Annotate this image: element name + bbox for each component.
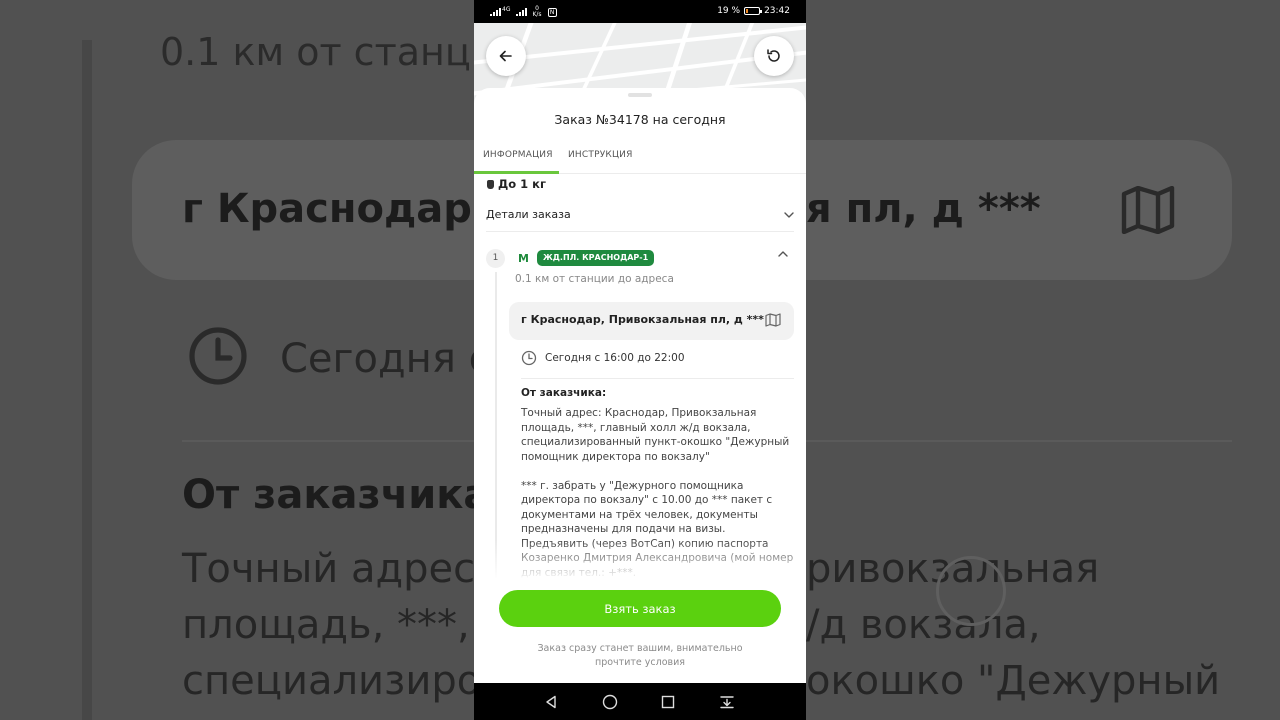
customer-note-title: От заказчика: xyxy=(521,387,607,399)
nfc-icon: N xyxy=(547,7,557,17)
active-tab-indicator xyxy=(474,171,559,174)
background-distance: 0.1 км от станц xyxy=(160,30,471,74)
metro-icon: M xyxy=(518,252,529,265)
background-from-title: От заказчика xyxy=(182,472,491,518)
weight-limit: До 1 кг xyxy=(487,177,546,191)
order-tabs: ИНФОРМАЦИЯ ИНСТРУКЦИЯ xyxy=(474,144,806,174)
station-distance: 0.1 км от станции до адреса xyxy=(515,273,674,285)
background-clock-icon xyxy=(189,327,247,385)
signal-strength-icon xyxy=(516,8,528,16)
background-time: Сегодня с xyxy=(280,336,491,382)
square-recents-icon xyxy=(661,695,675,709)
time-window: Сегодня с 16:00 до 22:00 xyxy=(521,350,685,366)
map-icon[interactable] xyxy=(765,313,781,327)
station-badge: ЖД.ПЛ. КРАСНОДАР-1 xyxy=(537,250,655,266)
refresh-button[interactable] xyxy=(754,36,794,76)
scroll-fade xyxy=(474,540,806,580)
chevron-down-icon xyxy=(784,211,794,218)
background-timeline xyxy=(82,40,92,720)
tab-information[interactable]: ИНФОРМАЦИЯ xyxy=(483,150,553,160)
background-comment-line: Точный адрес xyxy=(182,546,476,592)
order-details-toggle[interactable]: Детали заказа xyxy=(486,198,794,232)
network-type: 4G xyxy=(502,5,511,13)
time-window-text: Сегодня с 16:00 до 22:00 xyxy=(545,352,685,364)
arrow-left-icon xyxy=(499,50,512,62)
circle-home-icon xyxy=(602,694,618,710)
take-order-button[interactable]: Взять заказ xyxy=(499,590,781,627)
order-title: Заказ №34178 на сегодня xyxy=(554,112,726,127)
background-touch-indicator xyxy=(936,556,1006,626)
battery-percent: 19 % xyxy=(717,6,741,16)
take-order-hint: Заказ сразу станет вашим, внимательно пр… xyxy=(537,643,743,668)
order-bottom-sheet: Заказ №34178 на сегодня ИНФОРМАЦИЯ ИНСТР… xyxy=(474,88,806,688)
refresh-icon xyxy=(767,49,780,62)
nav-notifications-button[interactable] xyxy=(718,693,736,711)
clock-icon xyxy=(521,350,537,366)
background-address-right: я пл, д *** xyxy=(806,186,1041,232)
background-map-icon xyxy=(1121,186,1175,234)
nav-recents-button[interactable] xyxy=(659,693,677,711)
triangle-back-icon xyxy=(546,695,556,709)
address-card[interactable]: г Краснодар, Привокзальная пл, д *** xyxy=(509,302,794,340)
step-number: 1 xyxy=(486,249,505,268)
divider xyxy=(521,378,794,379)
phone-screen: 4G 0 K/s N 19 % 23:42 Заказ №34178 на се… xyxy=(474,0,806,720)
status-bar: 4G 0 K/s N 19 % 23:42 xyxy=(474,0,806,23)
signal-strength-icon xyxy=(490,8,501,16)
network-speed: 0 K/s xyxy=(532,5,542,18)
weight-icon xyxy=(487,179,494,189)
weight-label: До 1 кг xyxy=(498,177,546,191)
android-navigation-bar xyxy=(474,683,806,720)
nav-home-button[interactable] xyxy=(601,693,619,711)
background-comment-line: специализиро xyxy=(182,658,482,704)
battery-icon xyxy=(744,7,763,15)
nav-back-button[interactable] xyxy=(542,693,560,711)
background-comment-line: /д вокзала, xyxy=(806,602,1041,648)
back-button[interactable] xyxy=(486,36,526,76)
background-address-left: г Краснодар, xyxy=(182,186,488,232)
pull-down-icon xyxy=(720,696,734,709)
chevron-up-icon[interactable] xyxy=(778,251,788,257)
address-text: г Краснодар, Привокзальная пл, д *** xyxy=(521,313,764,326)
background-comment-line: площадь, ***, xyxy=(182,602,470,648)
sheet-drag-handle[interactable] xyxy=(628,93,652,97)
action-panel: Взять заказ Заказ сразу станет вашим, вн… xyxy=(474,578,806,688)
clock-time: 23:42 xyxy=(764,6,790,16)
background-comment-line: окошко "Дежурный xyxy=(806,658,1221,704)
tab-instruction[interactable]: ИНСТРУКЦИЯ xyxy=(568,150,633,160)
order-details-label: Детали заказа xyxy=(486,208,571,221)
